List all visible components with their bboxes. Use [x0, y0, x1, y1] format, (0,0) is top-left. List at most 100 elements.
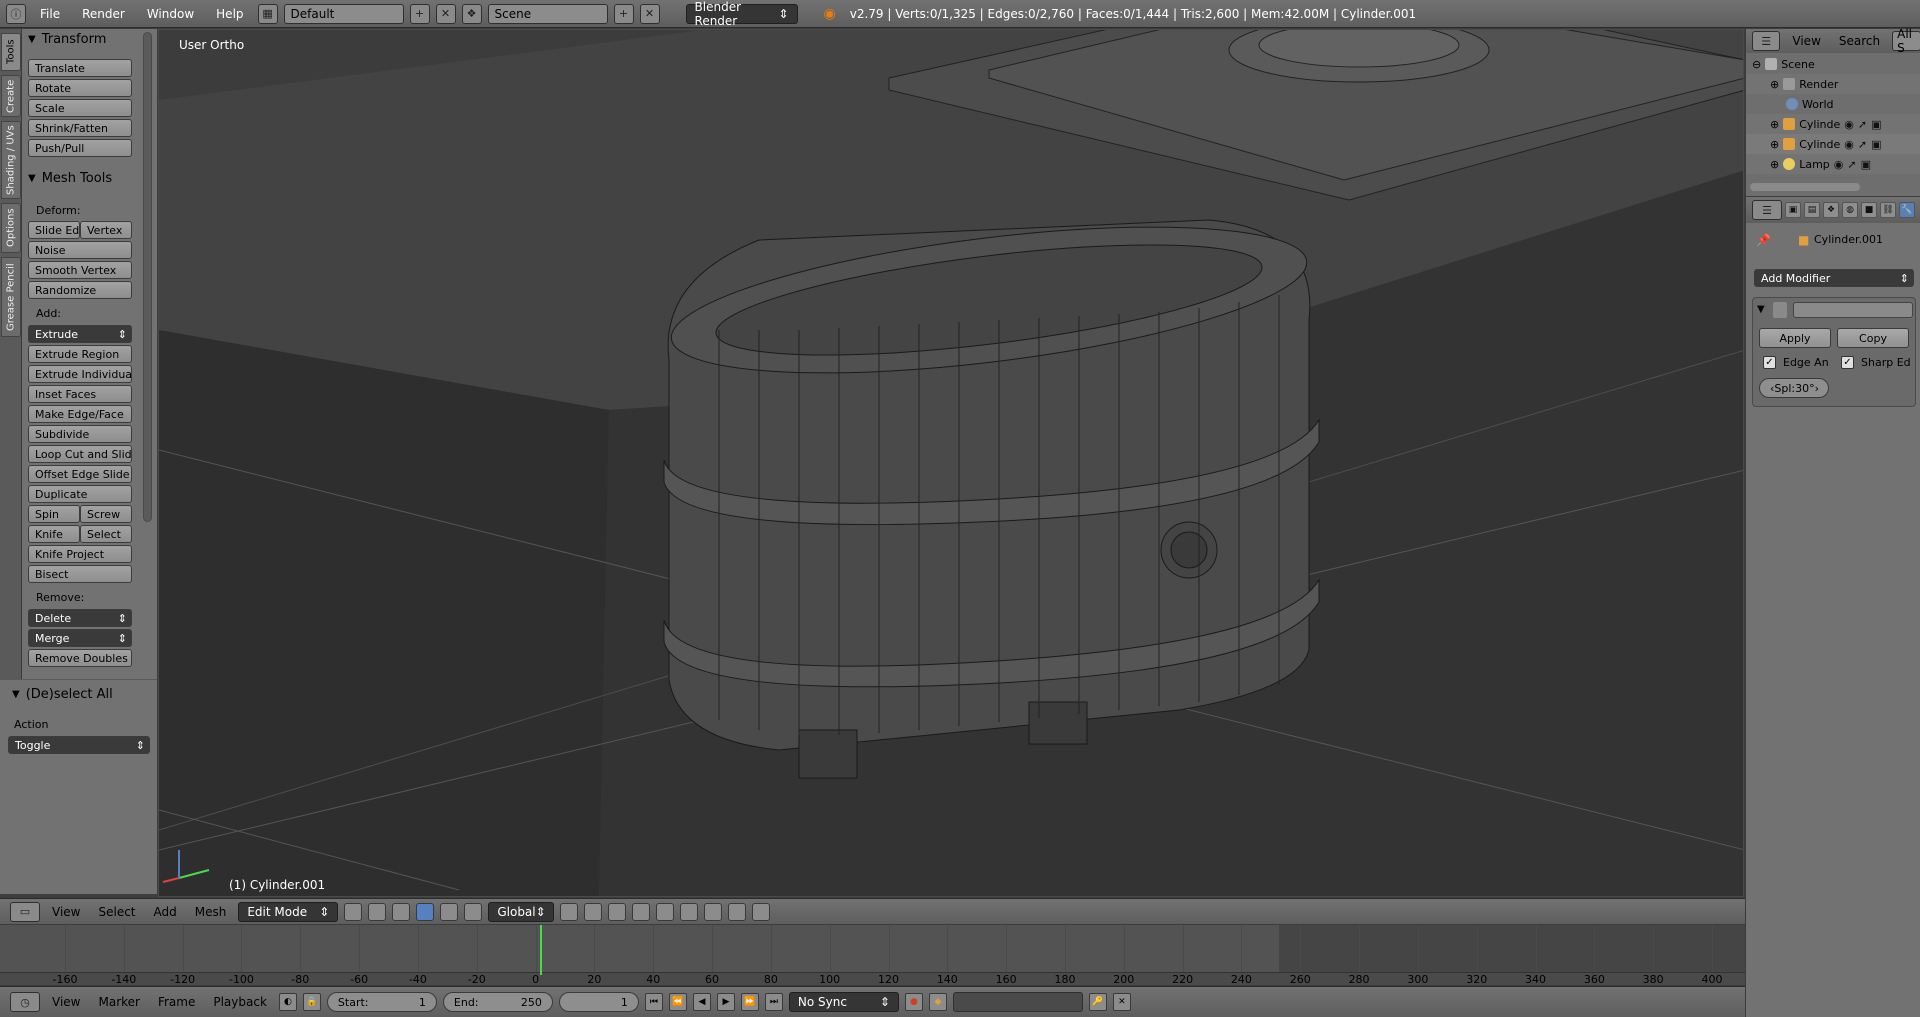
duplicate-button[interactable]: Duplicate: [28, 485, 132, 503]
render-camera-icon[interactable]: ▣: [1861, 158, 1871, 171]
world-tab-icon[interactable]: ◍: [1842, 202, 1858, 218]
orientation-select[interactable]: Global ⇕: [488, 901, 555, 922]
view3d-editor-icon[interactable]: ▭: [10, 901, 40, 922]
add-scene-icon[interactable]: +: [613, 3, 634, 24]
record-icon[interactable]: ●: [904, 993, 923, 1011]
menu-window[interactable]: Window: [139, 7, 202, 21]
render-camera-icon[interactable]: ▣: [1871, 138, 1881, 151]
noise-button[interactable]: Noise: [28, 241, 132, 259]
spin-button[interactable]: Spin: [28, 505, 80, 523]
scale-button[interactable]: Scale: [28, 99, 132, 117]
snap-element-icon[interactable]: [704, 902, 723, 921]
outliner-row-cylinder-001[interactable]: ⊕ Cylinde ◉ ➚ ▣: [1746, 134, 1920, 154]
outliner-menu-view[interactable]: View: [1786, 34, 1826, 48]
render-engine-select[interactable]: Blender Render ⇕: [685, 0, 798, 28]
keying-set-field[interactable]: [952, 992, 1083, 1012]
end-frame-field[interactable]: End: 250: [442, 992, 553, 1012]
copy-button[interactable]: Copy: [1837, 328, 1909, 348]
timeline-menu-frame[interactable]: Frame: [152, 995, 201, 1009]
menu-mesh[interactable]: Mesh: [189, 905, 233, 919]
current-frame-field[interactable]: 1: [558, 992, 639, 1012]
visibility-eye-icon[interactable]: ◉: [1844, 138, 1854, 151]
rotate-manipulator-icon[interactable]: [440, 902, 459, 921]
menu-file[interactable]: File: [32, 7, 68, 21]
viewport-shading-icon[interactable]: [344, 902, 363, 921]
outliner-row-render[interactable]: ⊕ Render: [1746, 74, 1920, 94]
knife-select-button[interactable]: Select: [80, 525, 132, 543]
knife-project-button[interactable]: Knife Project: [28, 545, 132, 563]
extrude-individual-button[interactable]: Extrude Individual: [28, 365, 132, 383]
menu-add[interactable]: Add: [148, 905, 183, 919]
outliner-filter[interactable]: All S: [1892, 27, 1920, 55]
tab-shading-uvs[interactable]: Shading / UVs: [1, 121, 21, 199]
pivot-point-icon[interactable]: [368, 902, 387, 921]
smooth-vertex-button[interactable]: Smooth Vertex: [28, 261, 132, 279]
edge-select-icon[interactable]: [584, 902, 603, 921]
translate-button[interactable]: Translate: [28, 59, 132, 77]
manipulator-icon[interactable]: [392, 902, 411, 921]
jump-start-icon[interactable]: ⏮: [644, 993, 663, 1011]
jump-keyframe-forward-icon[interactable]: ⏩: [740, 993, 759, 1011]
timeline-menu-view[interactable]: View: [46, 995, 86, 1009]
tool-shelf-scrollbar[interactable]: [143, 32, 152, 522]
render-icon[interactable]: [728, 902, 747, 921]
scale-manipulator-icon[interactable]: [464, 902, 483, 921]
inset-faces-button[interactable]: Inset Faces: [28, 385, 132, 403]
timeline-menu-marker[interactable]: Marker: [92, 995, 145, 1009]
menu-help[interactable]: Help: [208, 7, 251, 21]
mesh-tools-panel-header[interactable]: ▼ Mesh Tools: [28, 168, 112, 188]
apply-button[interactable]: Apply: [1759, 328, 1831, 348]
mode-select[interactable]: Edit Mode ⇕: [238, 901, 339, 922]
face-select-icon[interactable]: [608, 902, 627, 921]
render-camera-icon[interactable]: ▣: [1871, 118, 1881, 131]
modifiers-tab-icon[interactable]: 🔧: [1899, 202, 1915, 218]
timeline-editor-icon[interactable]: ◷: [10, 992, 40, 1012]
keying-icon[interactable]: ◆: [928, 993, 947, 1011]
tab-create[interactable]: Create: [1, 75, 21, 117]
outliner-row-world[interactable]: World: [1746, 94, 1920, 114]
snap-icon[interactable]: [680, 902, 699, 921]
subdivide-button[interactable]: Subdivide: [28, 425, 132, 443]
info-editor-icon[interactable]: ⓘ: [6, 3, 26, 24]
layout-icon[interactable]: ▦: [257, 3, 278, 24]
delete-keyframe-icon[interactable]: ✕: [1112, 993, 1131, 1011]
outliner-menu-search[interactable]: Search: [1833, 34, 1886, 48]
extrude-region-button[interactable]: Extrude Region: [28, 345, 132, 363]
object-tab-icon[interactable]: ■: [1861, 202, 1877, 218]
limit-selection-icon[interactable]: [632, 902, 651, 921]
lock-icon[interactable]: 🔒: [302, 993, 321, 1011]
outliner-row-cylinder[interactable]: ⊕ Cylinde ◉ ➚ ▣: [1746, 114, 1920, 134]
pin-icon[interactable]: 📌: [1756, 233, 1771, 247]
selectable-cursor-icon[interactable]: ➚: [1847, 158, 1856, 171]
remove-doubles-button[interactable]: Remove Doubles: [28, 649, 132, 667]
action-dropdown[interactable]: Toggle ⇕: [8, 736, 150, 754]
loop-cut-slide-button[interactable]: Loop Cut and Slide: [28, 445, 132, 463]
preview-range-icon[interactable]: ◐: [278, 993, 297, 1011]
merge-dropdown[interactable]: Merge ⇕: [28, 629, 132, 647]
redo-panel-header[interactable]: ▼ (De)select All: [12, 684, 113, 704]
bisect-button[interactable]: Bisect: [28, 565, 132, 583]
vertex-select-icon[interactable]: [560, 902, 579, 921]
jump-end-icon[interactable]: ⏭: [764, 993, 783, 1011]
menu-render[interactable]: Render: [74, 7, 133, 21]
sync-select[interactable]: No Sync ⇕: [788, 992, 899, 1012]
current-frame-cursor[interactable]: [540, 925, 542, 975]
add-layout-icon[interactable]: +: [409, 3, 430, 24]
selectable-cursor-icon[interactable]: ➚: [1858, 118, 1867, 131]
selectable-cursor-icon[interactable]: ➚: [1858, 138, 1867, 151]
remove-scene-icon[interactable]: ✕: [639, 3, 660, 24]
edge-angle-checkbox[interactable]: ✓: [1763, 356, 1776, 369]
outliner-row-lamp[interactable]: ⊕ Lamp ◉ ➚ ▣: [1746, 154, 1920, 174]
slide-edge-button[interactable]: Slide Ed: [28, 221, 80, 239]
push-pull-button[interactable]: Push/Pull: [28, 139, 132, 157]
scene-tab-icon[interactable]: ❖: [1823, 202, 1839, 218]
knife-button[interactable]: Knife: [28, 525, 80, 543]
tab-options[interactable]: Options: [1, 203, 21, 253]
add-modifier-dropdown[interactable]: Add Modifier ⇕: [1754, 269, 1914, 287]
screw-button[interactable]: Screw: [80, 505, 132, 523]
proportional-edit-icon[interactable]: [656, 902, 675, 921]
render-tab-icon[interactable]: ▣: [1785, 202, 1801, 218]
delete-dropdown[interactable]: Delete ⇕: [28, 609, 132, 627]
rotate-button[interactable]: Rotate: [28, 79, 132, 97]
vertex-slide-button[interactable]: Vertex: [80, 221, 132, 239]
